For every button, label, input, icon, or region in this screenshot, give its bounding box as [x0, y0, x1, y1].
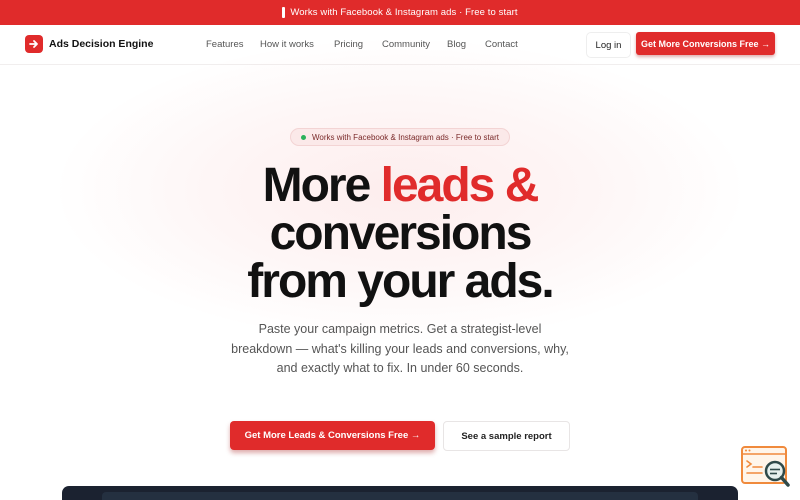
dashboard-preview — [62, 486, 738, 500]
nav-link-how-it-works[interactable]: How it works — [260, 39, 314, 50]
report-search-icon[interactable] — [740, 445, 792, 491]
hero-primary-cta-button[interactable]: Get More Leads & Conversions Free → — [230, 421, 435, 450]
hero-badge: Works with Facebook & Instagram ads · Fr… — [290, 128, 510, 146]
brand-logo[interactable]: Ads Decision Engine — [25, 35, 153, 53]
nav-link-pricing[interactable]: Pricing — [334, 39, 363, 50]
status-dot-icon — [300, 134, 306, 140]
nav-link-blog[interactable]: Blog — [447, 39, 466, 50]
announcement-marker — [282, 7, 286, 18]
login-button[interactable]: Log in — [586, 32, 631, 58]
headline-part1: More — [262, 159, 381, 212]
brand-name: Ads Decision Engine — [49, 38, 154, 50]
top-nav: Ads Decision Engine Features How it work… — [0, 25, 800, 65]
sample-report-button[interactable]: See a sample report — [443, 421, 570, 451]
dashboard-preview-inner — [102, 492, 698, 500]
announcement-text: Works with Facebook & Instagram ads · Fr… — [290, 7, 518, 18]
headline-part3: from your ads. — [247, 255, 554, 308]
hero-subtext: Paste your campaign metrics. Get a strat… — [231, 322, 569, 375]
announcement-bar: Works with Facebook & Instagram ads · Fr… — [0, 0, 800, 25]
headline-highlight: leads & — [380, 159, 540, 212]
nav-link-community[interactable]: Community — [382, 39, 430, 50]
nav-link-features[interactable]: Features — [206, 39, 244, 50]
arrow-right-icon — [25, 35, 43, 53]
hero-badge-text: Works with Facebook & Instagram ads · Fr… — [311, 132, 500, 142]
nav-cta-button[interactable]: Get More Conversions Free → — [636, 32, 775, 55]
hero-headline: More leads & conversions from your ads. — [150, 162, 650, 306]
nav-link-contact[interactable]: Contact — [485, 39, 518, 50]
headline-part2: conversions — [269, 207, 533, 260]
